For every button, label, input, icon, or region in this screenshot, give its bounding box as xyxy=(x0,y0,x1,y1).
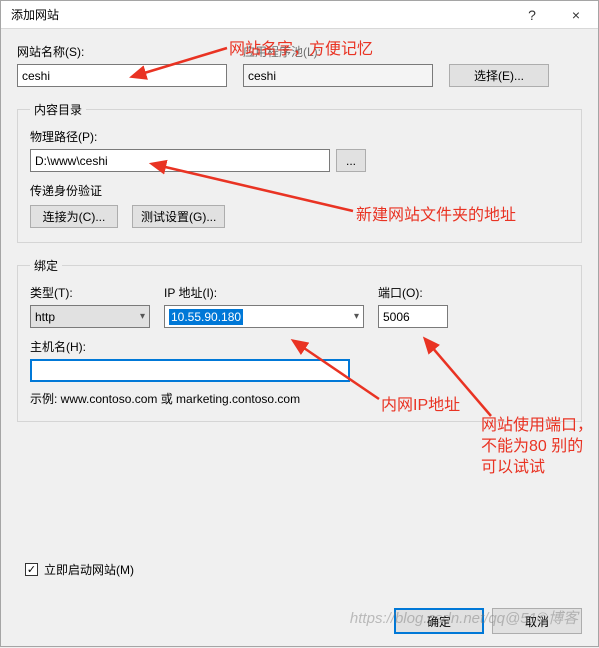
ip-value: 10.55.90.180 xyxy=(169,309,243,325)
type-label: 类型(T): xyxy=(30,284,150,301)
start-immediately-checkbox[interactable]: ✓ 立即启动网站(M) xyxy=(25,561,134,578)
ip-label: IP 地址(I): xyxy=(164,284,364,301)
binding-legend: 绑定 xyxy=(30,257,62,274)
hostname-input[interactable] xyxy=(30,359,350,382)
chevron-down-icon: ▾ xyxy=(354,311,359,322)
physical-path-label: 物理路径(P): xyxy=(30,128,569,145)
physical-path-input[interactable] xyxy=(30,149,330,172)
watermark: https://blog.csdn.net/qq@51©博客 xyxy=(350,607,578,628)
test-settings-button[interactable]: 测试设置(G)... xyxy=(132,205,225,228)
chevron-down-icon: ▾ xyxy=(140,311,145,322)
content-directory-legend: 内容目录 xyxy=(30,101,86,118)
pass-through-auth-label: 传递身份验证 xyxy=(30,182,569,199)
add-website-dialog: 添加网站 ? × 网站名称(S): 应用程序池(L): 选择(E)... 内容目… xyxy=(0,0,599,647)
annotation-port: 网站使用端口， 不能为80 别的 可以试试 xyxy=(481,416,593,478)
binding-group: 绑定 类型(T): http ▾ IP 地址(I): 10.55.90.180 … xyxy=(17,257,582,422)
port-label: 端口(O): xyxy=(378,284,448,301)
select-app-pool-button[interactable]: 选择(E)... xyxy=(449,64,549,87)
hostname-example: 示例: www.contoso.com 或 marketing.contoso.… xyxy=(30,390,569,407)
app-pool-input xyxy=(243,64,433,87)
browse-path-button[interactable]: ... xyxy=(336,149,366,172)
content-directory-group: 内容目录 物理路径(P): ... 传递身份验证 连接为(C)... 测试设置(… xyxy=(17,101,582,243)
checkbox-icon: ✓ xyxy=(25,563,38,576)
hostname-label: 主机名(H): xyxy=(30,338,569,355)
start-immediately-label: 立即启动网站(M) xyxy=(44,561,134,578)
ip-select[interactable]: 10.55.90.180 ▾ xyxy=(164,305,364,328)
help-icon: ? xyxy=(528,7,536,23)
app-pool-label: 应用程序池(L): xyxy=(243,43,433,60)
close-button[interactable]: × xyxy=(554,1,598,29)
close-icon: × xyxy=(572,7,580,23)
type-select[interactable]: http ▾ xyxy=(30,305,150,328)
port-input[interactable] xyxy=(378,305,448,328)
dialog-title: 添加网站 xyxy=(11,6,59,23)
site-name-input[interactable] xyxy=(17,64,227,87)
connect-as-button[interactable]: 连接为(C)... xyxy=(30,205,118,228)
titlebar: 添加网站 ? × xyxy=(1,1,598,29)
help-button[interactable]: ? xyxy=(510,1,554,29)
site-name-label: 网站名称(S): xyxy=(17,43,227,60)
